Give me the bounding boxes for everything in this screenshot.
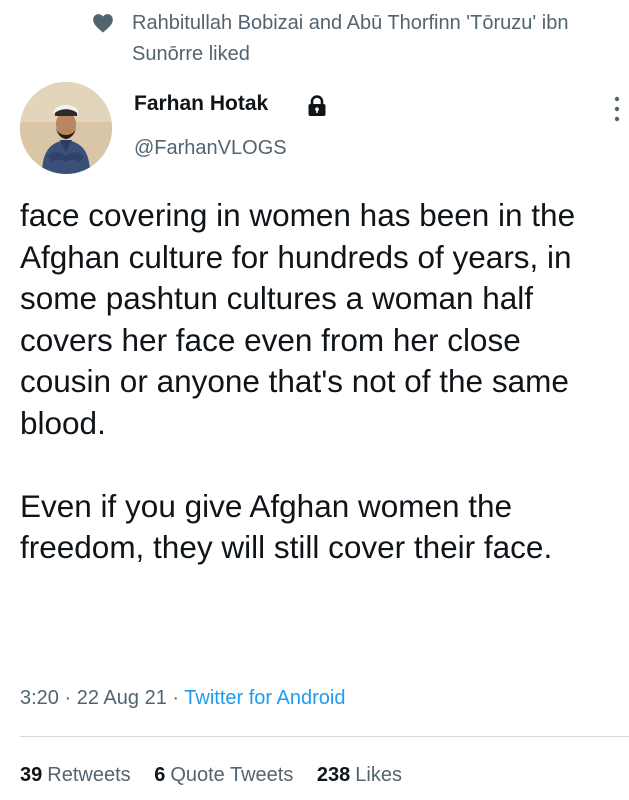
quote-tweets-label: Quote Tweets (170, 764, 294, 786)
engagement-stats: 39 Retweets 6 Quote Tweets 238 Likes (20, 760, 420, 790)
heart-icon (93, 14, 113, 33)
tweet-date[interactable]: 22 Aug 21 (77, 687, 167, 709)
retweets-label: Retweets (47, 764, 131, 786)
divider (20, 736, 629, 737)
lock-icon (308, 95, 326, 116)
more-options-icon[interactable] (612, 94, 622, 124)
tweet-text: face covering in women has been in the A… (20, 197, 576, 565)
retweets-stat[interactable]: 39 Retweets (20, 760, 131, 790)
tweet-timestamp-row: 3:20 · 22 Aug 21 · Twitter for Android (20, 683, 345, 713)
likes-stat[interactable]: 238 Likes (317, 760, 402, 790)
avatar[interactable] (20, 82, 112, 174)
separator-dot: · (64, 687, 72, 709)
quote-tweets-stat[interactable]: 6 Quote Tweets (154, 760, 293, 790)
quote-tweets-count: 6 (154, 764, 166, 786)
likes-label: Likes (355, 764, 402, 786)
social-context-text: Rahbitullah Bobizai and Abū Thorfinn 'Tō… (132, 12, 569, 65)
likes-count: 238 (316, 764, 351, 786)
tweet-time[interactable]: 3:20 (20, 687, 59, 709)
tweet-source-link[interactable]: Twitter for Android (184, 687, 345, 709)
author-display-name[interactable]: Farhan Hotak (134, 89, 268, 119)
author-handle[interactable]: @FarhanVLOGS (134, 133, 287, 163)
separator-dot: · (172, 687, 180, 709)
retweets-count: 39 (20, 764, 43, 786)
